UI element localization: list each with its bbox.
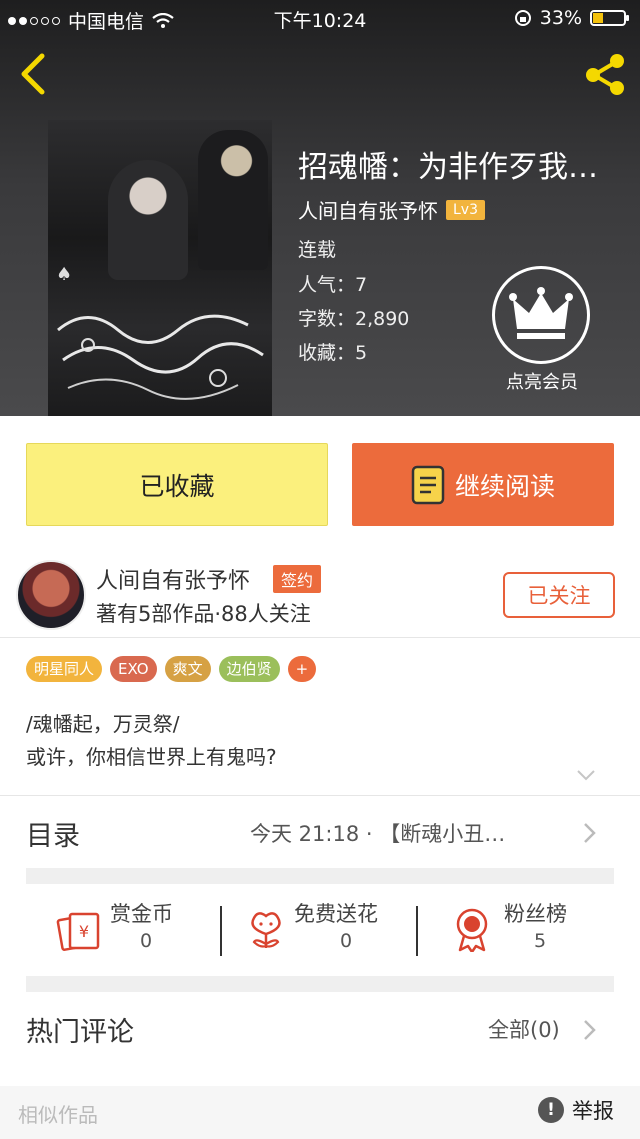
chevron-down-icon[interactable] [576, 768, 596, 782]
add-tag-button[interactable]: + [287, 656, 317, 682]
signed-badge: 签约 [273, 565, 322, 593]
share-icon [586, 54, 624, 95]
tag[interactable]: 边伯贤 [218, 656, 280, 682]
all-comments-link[interactable]: 全部(0) [488, 1014, 560, 1044]
book-details: 已收藏 继续阅读 人间自有张予怀 签约 著有5部作品·88人关注 已关注 明星同… [0, 416, 640, 1139]
reward-coins-button[interactable]: ¥ 赏金币 0 [26, 890, 222, 972]
popularity: 人气：7 [298, 274, 368, 296]
vip-label[interactable]: 点亮会员 [480, 368, 604, 394]
toc-label: 目录 [26, 821, 80, 852]
divider [416, 906, 418, 956]
fan-ranking-button[interactable]: 粉丝榜 5 [422, 890, 614, 972]
back-button[interactable] [14, 50, 54, 98]
rotation-lock-icon [514, 10, 531, 26]
medal-icon [456, 908, 488, 952]
author-avatar[interactable] [16, 560, 86, 630]
spade-icon: ♠ [56, 264, 73, 285]
flower-icon [251, 912, 281, 948]
continue-reading-button[interactable]: 继续阅读 [352, 443, 614, 526]
continue-reading-label: 继续阅读 [454, 471, 555, 501]
hot-comments-header: 热门评论 全部(0) [0, 996, 640, 1062]
support-actions: ¥ 赏金币 0 免费送花 0 粉丝榜 5 [26, 890, 614, 972]
book-title: 招魂幡：为非作歹我… [298, 150, 598, 185]
cover-figure [108, 160, 188, 280]
cover-title-art [57, 314, 264, 400]
latest-chapter: 今天 21:18 · 【断魂小丑… [250, 822, 506, 846]
serial-status: 连载 [298, 239, 337, 261]
reward-coins-count: 0 [140, 930, 153, 952]
crown-icon [509, 287, 573, 339]
intro-line: 或许，你相信世界上有鬼吗? [26, 745, 277, 769]
battery-percent: 33% [539, 7, 582, 29]
warning-icon: ! [538, 1097, 564, 1123]
favorites-count: 收藏：5 [298, 342, 368, 364]
book-cover[interactable]: ♠ [48, 120, 272, 416]
author-name[interactable]: 人间自有张予怀 [96, 563, 250, 595]
vip-button[interactable] [492, 266, 590, 364]
book-author-line: 人间自有张予怀 Lv3 [298, 195, 485, 224]
tag[interactable]: 明星同人 [26, 656, 103, 682]
tag-list: 明星同人 EXO 爽文 边伯贤 + [26, 656, 317, 682]
table-of-contents-row[interactable]: 目录 今天 21:18 · 【断魂小丑… [0, 796, 640, 870]
section-separator [26, 868, 614, 884]
follow-button[interactable]: 已关注 [503, 572, 615, 618]
chevron-right-icon [584, 823, 596, 843]
chevron-right-icon[interactable] [582, 1018, 598, 1042]
fan-ranking-label: 粉丝榜 [504, 902, 567, 926]
book-intro: /魂幡起，万灵祭/ 或许，你相信世界上有鬼吗? [26, 708, 277, 774]
report-button[interactable]: ! 举报 [538, 1095, 614, 1125]
cover-figure [198, 130, 268, 270]
author-stats: 著有5部作品·88人关注 [96, 602, 311, 626]
red-envelope-icon: ¥ [56, 912, 100, 951]
footer-bar: 相似作品 ! 举报 [0, 1086, 640, 1139]
send-flowers-label: 免费送花 [294, 902, 378, 926]
send-flowers-count: 0 [340, 930, 353, 952]
word-count: 字数：2,890 [298, 308, 410, 330]
tag[interactable]: 爽文 [164, 656, 211, 682]
reward-coins-label: 赏金币 [110, 902, 173, 926]
share-button[interactable] [580, 50, 630, 98]
hot-comments-title: 热门评论 [26, 1017, 134, 1048]
collected-label: 已收藏 [139, 471, 215, 501]
book-author[interactable]: 人间自有张予怀 [298, 195, 438, 224]
divider [0, 637, 640, 638]
intro-line: /魂幡起，万灵祭/ [26, 712, 180, 736]
divider [220, 906, 222, 956]
battery-icon [590, 10, 629, 26]
collected-button[interactable]: 已收藏 [26, 443, 328, 526]
report-label: 举报 [572, 1099, 614, 1123]
book-icon [411, 465, 445, 504]
follow-label: 已关注 [527, 584, 591, 608]
chevron-left-icon [21, 53, 45, 95]
book-header: 中国电信 下午10:24 33% ♠ 招魂幡：为非作歹我… 人间自有张予怀 Lv… [0, 0, 640, 416]
svg-text:¥: ¥ [79, 922, 89, 941]
similar-works-label: 相似作品 [18, 1103, 98, 1127]
level-badge: Lv3 [446, 199, 485, 220]
status-bar: 中国电信 下午10:24 33% [0, 0, 640, 36]
tag[interactable]: EXO [110, 656, 157, 682]
send-flowers-button[interactable]: 免费送花 0 [226, 890, 416, 972]
section-separator [26, 976, 614, 992]
fan-ranking-count: 5 [534, 930, 547, 952]
